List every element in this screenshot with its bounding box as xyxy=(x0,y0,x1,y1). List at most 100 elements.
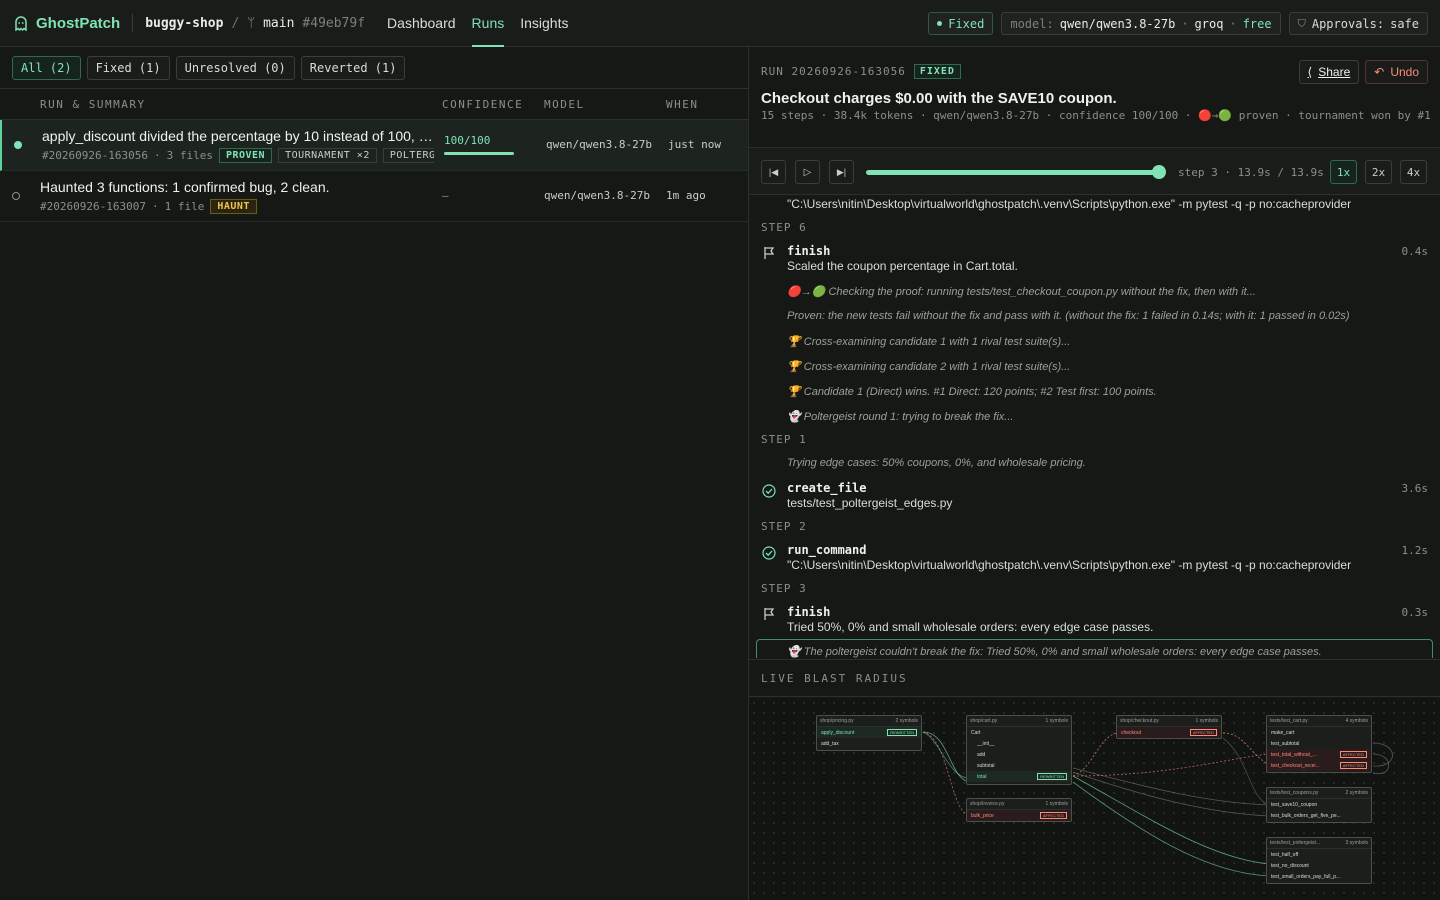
column-header-when[interactable]: WHEN xyxy=(666,98,699,111)
graph-symbol[interactable]: test_checkout_recei... AFFECTED xyxy=(1267,760,1371,771)
graph-symbol[interactable]: bulk_price AFFECTED xyxy=(967,810,1071,821)
replay-controls: |◀ ▷ ▶| step 3 · 13.9s / 13.9s 1x 2x 4x xyxy=(749,148,1440,195)
tool-name: finish xyxy=(787,605,831,619)
step-label: STEP 6 xyxy=(761,221,807,234)
graph-symbol[interactable]: test_bulk_orders_get_five_pe... xyxy=(1267,810,1371,821)
run-label: RUN 20260926-163056 xyxy=(761,65,906,78)
play-button[interactable]: ▷ xyxy=(795,160,820,184)
fixed-status-pill[interactable]: Fixed xyxy=(928,12,994,35)
table-row[interactable]: Haunted 3 functions: 1 confirmed bug, 2 … xyxy=(0,171,748,222)
symbol-name: __init__ xyxy=(977,740,995,747)
symbol-name: Cart xyxy=(971,729,981,736)
filter-unresolved[interactable]: Unresolved (0) xyxy=(175,56,295,80)
file-count: 1 file xyxy=(164,200,205,213)
separator-dot: · xyxy=(151,200,159,213)
column-header-model[interactable]: MODEL xyxy=(544,98,585,111)
filter-all[interactable]: All (2) xyxy=(12,56,81,80)
graph-symbol[interactable]: total REWRITTEN xyxy=(967,771,1071,782)
replay-scrubber-handle[interactable] xyxy=(1152,165,1166,179)
symbol-name: test_checkout_recei... xyxy=(1271,762,1320,769)
graph-node[interactable]: shop/invoice.py 1 symbols bulk_price AFFEC… xyxy=(966,798,1072,822)
nav-runs[interactable]: Runs xyxy=(464,0,513,47)
run-model: qwen/qwen3.8-27b xyxy=(544,189,650,202)
branch-name[interactable]: main xyxy=(263,16,294,31)
graph-symbol[interactable]: test_save10_coupon xyxy=(1267,799,1371,810)
graph-symbol[interactable]: test_half_off xyxy=(1267,849,1371,860)
speed-2x-button[interactable]: 2x xyxy=(1365,160,1392,184)
undo-button[interactable]: ↶ Undo xyxy=(1365,60,1428,84)
run-summary: apply_discount divided the percentage by… xyxy=(42,128,434,144)
node-count: 3 symbols xyxy=(1345,840,1368,846)
graph-node[interactable]: shop/checkout.py 1 symbols checkout AFFECT… xyxy=(1116,715,1222,739)
step-info: step 3 · 13.9s / 13.9s xyxy=(1178,166,1324,179)
run-meta: 15 steps · 38.4k tokens · qwen/qwen3.8-2… xyxy=(761,109,1431,122)
separator-dot: · xyxy=(1229,16,1237,31)
column-header-confidence[interactable]: CONFIDENCE xyxy=(442,98,523,111)
nav-insights[interactable]: Insights xyxy=(512,0,576,47)
confidence-bar xyxy=(444,152,514,155)
symbol-name: test_no_discount xyxy=(1271,862,1309,869)
runs-list-panel: All (2) Fixed (1) Unresolved (0) Reverte… xyxy=(0,47,749,900)
replay-progress-track[interactable] xyxy=(866,170,1159,175)
speed-1x-button[interactable]: 1x xyxy=(1330,160,1357,184)
poltergeist-result-note: 👻 The poltergeist couldn't break the fix… xyxy=(787,646,1322,658)
blast-radius-graph[interactable]: shop/pricing.py 2 symbols apply_discount R… xyxy=(749,698,1440,900)
model-pill[interactable]: model: qwen/qwen3.8-27b · groq · free xyxy=(1001,12,1281,35)
graph-symbol[interactable]: subtotal xyxy=(967,760,1071,771)
confidence-value: 100/100 xyxy=(444,134,491,147)
symbol-name: make_cart xyxy=(1271,729,1295,736)
share-button[interactable]: ⟨ Share xyxy=(1298,60,1360,84)
graph-symbol[interactable]: add_tax xyxy=(817,738,921,749)
command-text: "C:\Users\nitin\Desktop\virtualworld\gho… xyxy=(787,197,1352,211)
graph-symbol[interactable]: test_small_orders_pay_full_p... xyxy=(1267,871,1371,882)
run-when: 1m ago xyxy=(666,189,706,202)
brand[interactable]: GhostPatch xyxy=(14,15,120,32)
symbol-name: add xyxy=(977,751,986,758)
graph-symbol[interactable]: add xyxy=(967,749,1071,760)
repo-name[interactable]: buggy-shop xyxy=(145,16,223,31)
step-timeline[interactable]: "C:\Users\nitin\Desktop\virtualworld\gho… xyxy=(749,195,1440,658)
graph-symbol[interactable]: checkout AFFECTED xyxy=(1117,727,1221,738)
symbol-name: test_bulk_orders_get_five_pe... xyxy=(1271,812,1341,819)
row-indicator xyxy=(12,192,20,200)
symbol-name: test_small_orders_pay_full_p... xyxy=(1271,873,1341,880)
status-dot-icon xyxy=(937,21,943,26)
node-file: tests/test_cart.py xyxy=(1270,718,1308,724)
skip-forward-button[interactable]: ▶| xyxy=(829,160,854,184)
run-actions: ⟨ Share ↶ Undo xyxy=(1298,60,1428,84)
brand-name: GhostPatch xyxy=(36,14,121,32)
graph-symbol[interactable]: Cart xyxy=(967,727,1071,738)
run-meta: #20260926-163007 · 1 file HAUNT xyxy=(40,199,432,214)
filter-reverted[interactable]: Reverted (1) xyxy=(300,56,406,80)
graph-symbol[interactable]: make_cart xyxy=(1267,727,1371,738)
graph-node[interactable]: tests/test_poltergeist... 3 symbols test_… xyxy=(1266,837,1372,884)
graph-node[interactable]: shop/cart.py 1 symbols Cart __init__ add … xyxy=(966,715,1072,785)
blast-radius-panel: LIVE BLAST RADIUS shop/pricing.py 2 symb… xyxy=(749,659,1440,900)
graph-symbol[interactable]: apply_discount REWRITTEN xyxy=(817,727,921,738)
step-duration: 0.3s xyxy=(1401,606,1429,619)
graph-node[interactable]: shop/pricing.py 2 symbols apply_discount R… xyxy=(816,715,922,751)
graph-symbol[interactable]: test_no_discount xyxy=(1267,860,1371,871)
approvals-pill[interactable]: ⛉ Approvals: safe xyxy=(1288,12,1428,35)
graph-node[interactable]: tests/test_cart.py 4 symbols make_cart te… xyxy=(1266,715,1372,773)
tool-description: "C:\Users\nitin\Desktop\virtualworld\gho… xyxy=(787,558,1352,572)
graph-symbol[interactable]: __init__ xyxy=(967,738,1071,749)
graph-symbol[interactable]: test_total_without_... AFFECTED xyxy=(1267,749,1371,760)
graph-node[interactable]: tests/test_coupons.py 2 symbols test_save… xyxy=(1266,787,1372,823)
speed-4x-button[interactable]: 4x xyxy=(1400,160,1427,184)
column-header-run[interactable]: RUN & SUMMARY xyxy=(40,98,146,111)
graph-symbol[interactable]: test_subtotal xyxy=(1267,738,1371,749)
fixed-status-label: Fixed xyxy=(948,16,985,31)
node-file: shop/checkout.py xyxy=(1120,718,1159,724)
table-row[interactable]: apply_discount divided the percentage by… xyxy=(0,120,748,171)
run-meta: #20260926-163056 · 3 files PROVEN TOURNA… xyxy=(42,148,434,163)
edge-case-note: Trying edge cases: 50% coupons, 0%, and … xyxy=(787,457,1086,469)
step-duration: 3.6s xyxy=(1401,482,1429,495)
nav-dashboard[interactable]: Dashboard xyxy=(379,0,464,47)
node-file: tests/test_poltergeist... xyxy=(1270,840,1321,846)
step-label: STEP 3 xyxy=(761,582,807,595)
skip-back-button[interactable]: |◀ xyxy=(761,160,786,184)
symbol-badge: AFFECTED xyxy=(1339,762,1367,769)
filter-fixed[interactable]: Fixed (1) xyxy=(86,56,170,80)
tool-name: run_command xyxy=(787,543,867,557)
